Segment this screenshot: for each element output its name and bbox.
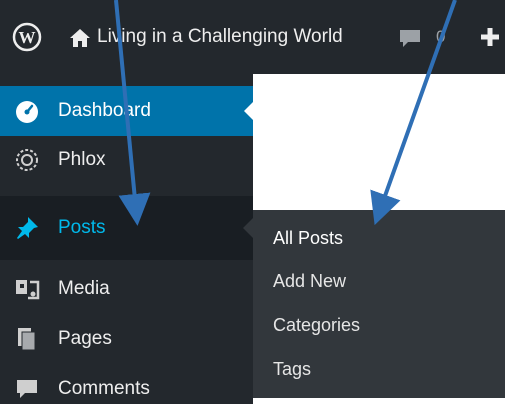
submenu-item-add-new[interactable]: Add New bbox=[273, 271, 346, 292]
sidebar-item-pages[interactable]: Pages bbox=[0, 314, 253, 364]
wordpress-logo-icon[interactable]: W bbox=[12, 22, 42, 52]
comment-bubble-icon bbox=[17, 380, 37, 398]
sidebar-item-dashboard[interactable]: Dashboard bbox=[0, 86, 254, 136]
comment-count[interactable]: 0 bbox=[436, 27, 445, 47]
media-icon bbox=[16, 280, 40, 300]
pages-icon bbox=[18, 328, 36, 351]
comment-bubble-icon[interactable] bbox=[398, 27, 422, 49]
sidebar-item-label: Posts bbox=[58, 217, 106, 238]
dashboard-gauge-icon bbox=[16, 101, 38, 123]
pushpin-icon bbox=[17, 217, 38, 239]
sidebar-item-label: Phlox bbox=[58, 149, 106, 170]
hover-indicator bbox=[243, 218, 253, 238]
submenu-item-tags[interactable]: Tags bbox=[273, 359, 311, 380]
gear-flower-icon bbox=[16, 149, 38, 171]
site-title-link[interactable]: Living in a Challenging World bbox=[97, 26, 343, 48]
sidebar-item-comments[interactable]: Comments bbox=[0, 364, 253, 414]
posts-submenu: All Posts Add New Categories Tags bbox=[253, 210, 505, 398]
submenu-item-categories[interactable]: Categories bbox=[273, 315, 360, 336]
active-indicator bbox=[244, 101, 254, 121]
svg-text:W: W bbox=[19, 28, 36, 47]
sidebar-item-label: Dashboard bbox=[58, 100, 151, 121]
sidebar-item-label: Pages bbox=[58, 328, 112, 349]
submenu-item-all-posts[interactable]: All Posts bbox=[273, 228, 343, 249]
sidebar-item-phlox[interactable]: Phlox bbox=[0, 136, 253, 184]
sidebar-item-label: Comments bbox=[58, 378, 150, 399]
sidebar-item-label: Media bbox=[58, 278, 110, 299]
home-icon[interactable] bbox=[68, 27, 92, 49]
sidebar-item-media[interactable]: Media bbox=[0, 264, 253, 314]
admin-sidebar: Dashboard Phlox Posts Media Pages Commen… bbox=[0, 74, 254, 404]
admin-bar: W Living in a Challenging World 0 bbox=[0, 0, 505, 74]
sidebar-item-posts[interactable]: Posts bbox=[0, 196, 253, 260]
plus-icon[interactable] bbox=[479, 26, 501, 48]
